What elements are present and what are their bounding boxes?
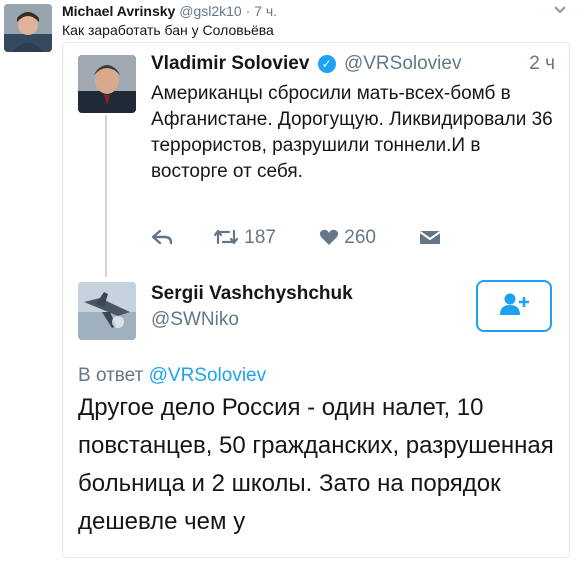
retweet-count: 187 bbox=[244, 227, 276, 248]
reply-icon[interactable] bbox=[151, 227, 173, 249]
verified-badge-icon: ✓ bbox=[317, 55, 336, 73]
like-icon bbox=[319, 227, 344, 248]
thread-line bbox=[105, 115, 107, 277]
caret-down-icon[interactable] bbox=[554, 2, 566, 17]
outer-tweet-time[interactable]: 7 ч. bbox=[254, 3, 277, 19]
reply-context: В ответ @VRSoloviev bbox=[78, 365, 266, 387]
quoted-tweet-header: Vladimir Soloviev ✓ @VRSoloviev bbox=[151, 53, 461, 75]
quoted-author-name[interactable]: Vladimir Soloviev bbox=[151, 53, 309, 74]
reply-prefix: В ответ bbox=[78, 365, 144, 386]
reply-tweet-text: Другое дело Россия - один налет, 10 повс… bbox=[78, 394, 554, 535]
outer-tweet-text: Как заработать бан у Соловьёва bbox=[62, 22, 274, 38]
outer-author-handle[interactable]: @gsl2k10 bbox=[179, 3, 241, 19]
reply-author-avatar bbox=[78, 282, 136, 340]
like-count: 260 bbox=[344, 227, 376, 248]
embedded-screenshot[interactable]: Vladimir Soloviev ✓ @VRSoloviev 2 ч Амер… bbox=[62, 42, 570, 558]
reply-author-handle[interactable]: @SWNiko bbox=[151, 309, 239, 331]
outer-author-avatar[interactable] bbox=[4, 4, 52, 52]
follow-button[interactable] bbox=[476, 280, 552, 332]
like-action[interactable]: 260 bbox=[319, 227, 376, 249]
reply-to-link[interactable]: @VRSoloviev bbox=[149, 365, 267, 386]
outer-author-name[interactable]: Michael Avrinsky bbox=[62, 3, 175, 19]
reply-author-name[interactable]: Sergii Vashchyshchuk bbox=[151, 283, 353, 305]
avatar-photo bbox=[4, 4, 52, 52]
outer-tweet-header: Michael Avrinsky @gsl2k10 · 7 ч. bbox=[62, 3, 277, 19]
follow-icon bbox=[499, 292, 529, 321]
quoted-tweet-text: Американцы сбросили мать-всех-бомб в Афг… bbox=[151, 83, 553, 182]
direct-message-icon[interactable] bbox=[419, 227, 441, 249]
quoted-author-avatar bbox=[78, 55, 136, 113]
quoted-tweet-time[interactable]: 2 ч bbox=[529, 53, 555, 75]
retweet-action[interactable]: 187 bbox=[213, 227, 276, 249]
outer-separator: · bbox=[245, 3, 251, 19]
quoted-author-handle[interactable]: @VRSoloviev bbox=[344, 53, 462, 74]
retweet-icon bbox=[213, 227, 244, 248]
